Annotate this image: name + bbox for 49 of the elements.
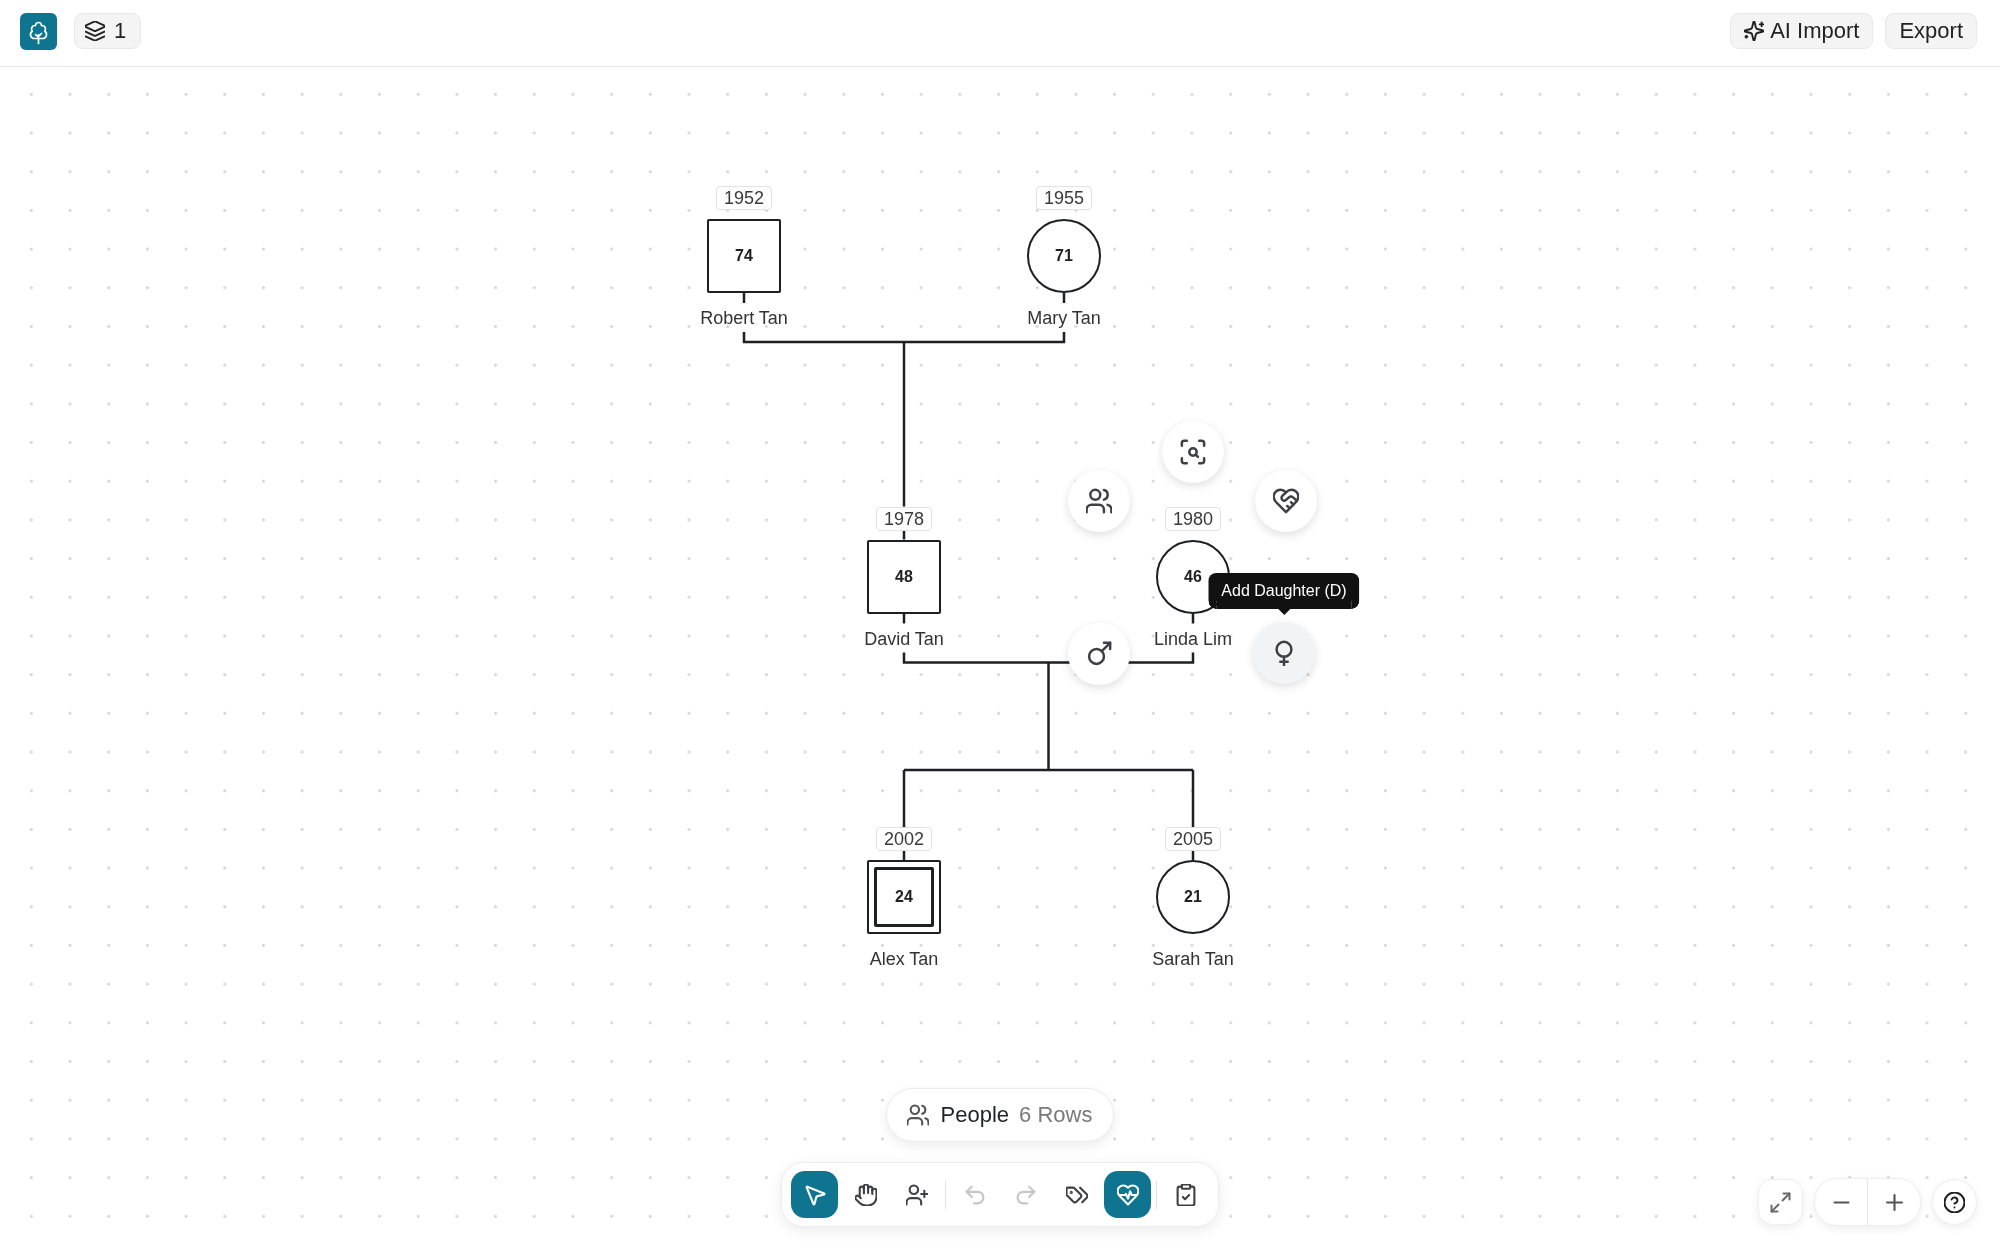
- users-icon: [906, 1104, 929, 1126]
- export-button[interactable]: Export: [1885, 13, 1977, 49]
- person-name: Linda Lim: [1154, 627, 1232, 650]
- fit-view-button[interactable]: [1758, 1179, 1803, 1225]
- person-name: Robert Tan: [700, 307, 788, 329]
- clipboard-check-icon: [1174, 1183, 1197, 1206]
- ai-import-button[interactable]: AI Import: [1730, 13, 1874, 49]
- person-node[interactable]: 24: [867, 860, 941, 934]
- tree-logo-icon: [20, 12, 57, 50]
- select-tool-button[interactable]: [791, 1171, 838, 1218]
- person-node[interactable]: 71: [1027, 219, 1101, 293]
- user-plus-icon: [905, 1183, 928, 1206]
- expand-icon: [1770, 1191, 1791, 1213]
- minus-icon: [1832, 1200, 1850, 1204]
- heart-pulse-icon: [1116, 1183, 1139, 1206]
- birth-year-tag: 2005: [1165, 827, 1221, 851]
- birth-year-tag: 2002: [876, 827, 932, 851]
- cursor-arrow-icon: [803, 1183, 826, 1206]
- scan-search-icon: [1180, 438, 1206, 465]
- layers-icon: [85, 21, 105, 41]
- male-symbol-icon: [1086, 640, 1112, 667]
- add-daughter-button[interactable]: [1253, 621, 1315, 684]
- person-node[interactable]: 21: [1156, 860, 1230, 934]
- person-node[interactable]: 74: [707, 219, 781, 293]
- layers-button[interactable]: 1: [74, 13, 142, 49]
- add-partner-button[interactable]: [1255, 469, 1317, 532]
- birth-year-tag: 1952: [716, 186, 772, 210]
- person-node[interactable]: 48: [867, 539, 941, 614]
- person-name: Mary Tan: [1027, 307, 1101, 329]
- person-name: David Tan: [864, 627, 944, 650]
- relatives-button[interactable]: [1068, 469, 1130, 532]
- users-icon: [1086, 487, 1112, 514]
- birth-year-tag: 1978: [876, 506, 932, 531]
- redo-icon: [1014, 1183, 1037, 1206]
- help-icon: [1944, 1191, 1965, 1213]
- tooltip: Add Daughter (D): [1208, 572, 1360, 615]
- birth-year-tag: 1980: [1165, 506, 1221, 531]
- health-button[interactable]: [1104, 1171, 1151, 1218]
- help-button[interactable]: [1932, 1179, 1977, 1225]
- person-name: Alex Tan: [869, 948, 939, 970]
- add-son-button[interactable]: [1068, 622, 1130, 685]
- focus-button[interactable]: [1162, 420, 1224, 483]
- people-panel-button[interactable]: People 6 Rows: [885, 1088, 1115, 1142]
- birth-year-tag: 1955: [1036, 186, 1092, 210]
- plus-icon: [1885, 1193, 1903, 1211]
- undo-icon: [963, 1183, 986, 1206]
- sparkles-icon: [1744, 21, 1765, 41]
- heart-handshake-icon: [1273, 487, 1299, 514]
- hand-icon: [854, 1183, 877, 1206]
